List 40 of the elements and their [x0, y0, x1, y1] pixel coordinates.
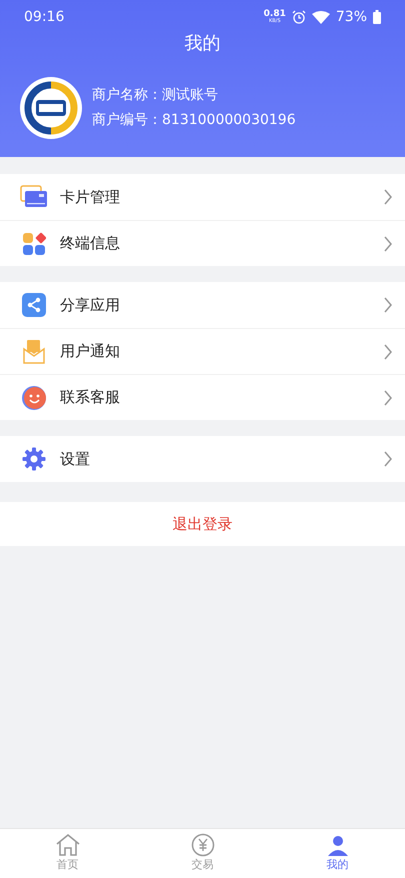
nav-tab[interactable]: 我的: [270, 829, 405, 878]
menu-label: 分享应用: [60, 294, 121, 316]
logo-icon: [20, 77, 82, 139]
logout-button[interactable]: 退出登录: [0, 502, 405, 546]
page-title: 我的: [184, 32, 220, 56]
battery-icon: [373, 10, 381, 24]
menu-item[interactable]: 分享应用: [0, 282, 405, 328]
menu-item[interactable]: 终端信息: [0, 220, 405, 266]
chevron-right-icon: [383, 189, 393, 205]
card-icon: [20, 185, 48, 209]
battery-percent: 73%: [336, 8, 367, 26]
envelope-icon: [22, 338, 46, 364]
share-icon: [22, 293, 46, 317]
chevron-right-icon: [383, 451, 393, 467]
chevron-right-icon: [383, 236, 393, 252]
merchant-name: 测试账号: [162, 86, 218, 105]
gear-icon: [22, 447, 46, 471]
status-time: 09:16: [24, 8, 64, 26]
menu-item[interactable]: 卡片管理: [0, 174, 405, 220]
chevron-right-icon: [383, 344, 393, 360]
yen-coin-icon: [190, 833, 214, 858]
menu-item[interactable]: 设置: [0, 436, 405, 482]
merchant-id-label: 商户编号：: [92, 111, 162, 130]
merchant-id: 813100000030196: [162, 111, 296, 130]
grid-icon: [22, 232, 46, 256]
menu-item[interactable]: 联系客服: [0, 374, 405, 420]
wifi-icon: [312, 10, 330, 24]
smiley-icon: [21, 384, 47, 410]
menu-label: 卡片管理: [60, 186, 121, 208]
menu-item[interactable]: 用户通知: [0, 328, 405, 374]
chevron-right-icon: [383, 297, 393, 313]
menu-label: 终端信息: [60, 233, 121, 254]
chevron-right-icon: [383, 390, 393, 406]
person-icon: [326, 833, 350, 858]
menu-label: 联系客服: [60, 387, 121, 408]
merchant-name-label: 商户名称：: [92, 86, 162, 105]
home-icon: [54, 833, 80, 858]
menu-label: 设置: [60, 448, 91, 470]
menu-label: 用户通知: [60, 341, 121, 362]
alarm-icon: [292, 10, 306, 24]
